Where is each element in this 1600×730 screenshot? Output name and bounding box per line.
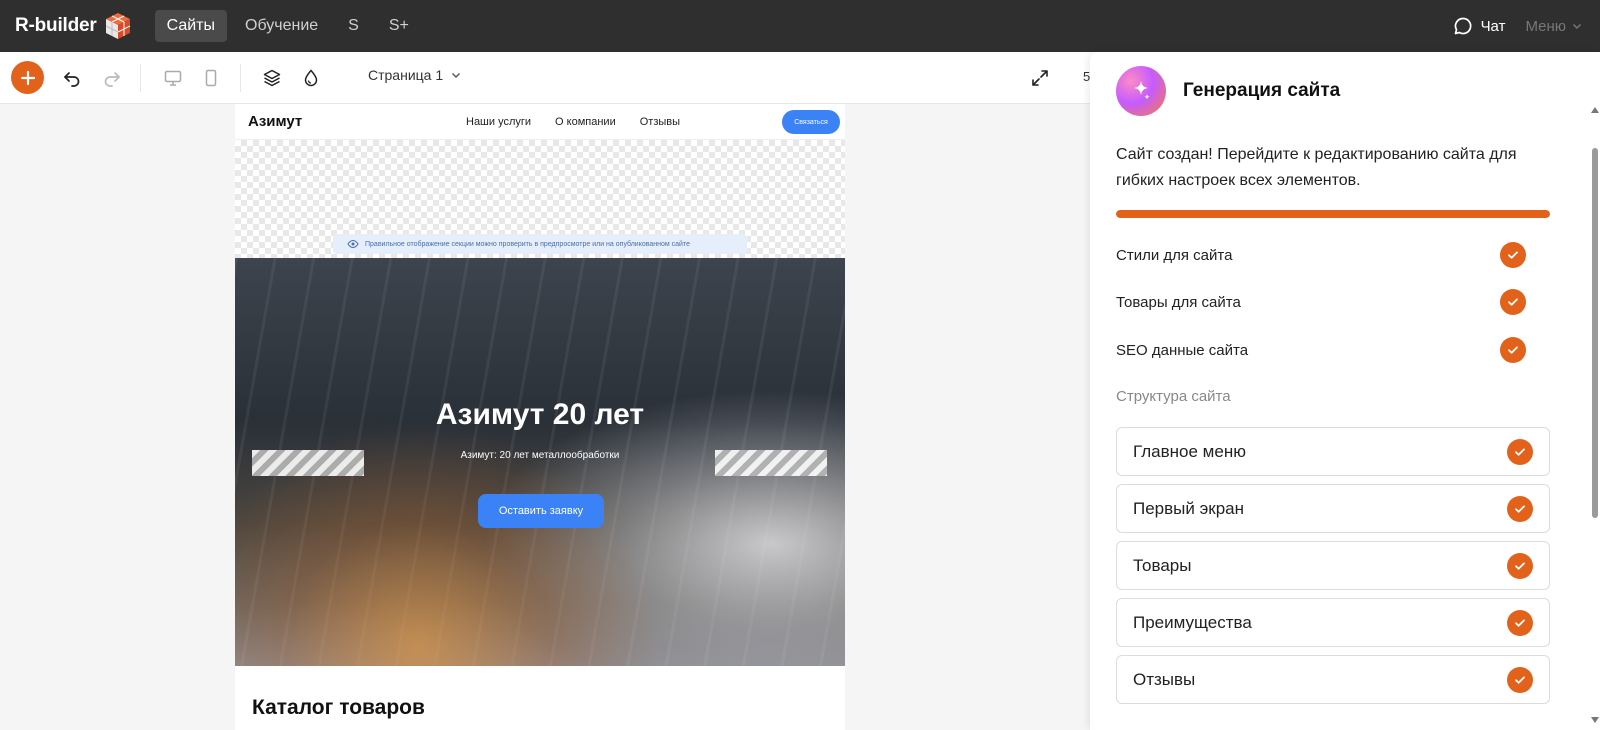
structure-item-products[interactable]: Товары <box>1116 541 1550 590</box>
site-nav-reviews[interactable]: Отзывы <box>640 116 680 128</box>
hero-title[interactable]: Азимут 20 лет <box>235 398 845 432</box>
panel-message: Сайт создан! Перейдите к редактированию … <box>1116 146 1517 189</box>
status-products: Товары для сайта <box>1116 289 1526 315</box>
structure-item-main-menu[interactable]: Главное меню <box>1116 427 1550 476</box>
chat-bubble-icon <box>1454 17 1472 35</box>
hero-subtitle[interactable]: Азимут: 20 лет металлообработки <box>235 450 845 461</box>
desktop-icon <box>164 70 182 86</box>
status-label: Товары для сайта <box>1116 293 1241 311</box>
status-seo: SEO данные сайта <box>1116 337 1526 363</box>
top-bar: R-builder Сайты Обучение S S+ Чат Меню <box>0 0 1600 52</box>
status-styles: Стили для сайта <box>1116 242 1526 268</box>
status-label: SEO данные сайта <box>1116 341 1249 359</box>
expand-icon <box>1032 70 1048 86</box>
add-block-button[interactable] <box>11 61 44 94</box>
panel-scrollbar[interactable] <box>1590 104 1600 730</box>
site-header[interactable]: Азимут Наши услуги О компании Отзывы Свя… <box>235 104 845 140</box>
site-preview[interactable]: Азимут Наши услуги О компании Отзывы Свя… <box>235 104 845 730</box>
eye-icon <box>347 239 359 249</box>
transparent-section-placeholder: Правильное отображение секции можно пров… <box>235 140 845 258</box>
desktop-view-button[interactable] <box>161 66 185 90</box>
structure-item-label: Главное меню <box>1133 441 1246 461</box>
panel-title: Генерация сайта <box>1183 80 1341 101</box>
nav-learning[interactable]: Обучение <box>233 10 330 42</box>
site-nav: Наши услуги О компании Отзывы <box>466 116 680 128</box>
redo-icon <box>104 72 120 87</box>
editor-canvas: Азимут Наши услуги О компании Отзывы Свя… <box>0 104 1090 730</box>
toolbar-divider <box>140 64 141 92</box>
structure-item-advantages[interactable]: Преимущества <box>1116 598 1550 647</box>
top-right-controls: Чат Меню <box>1453 0 1582 52</box>
menu-dropdown[interactable]: Меню <box>1525 18 1582 35</box>
layers-icon <box>263 69 281 87</box>
mobile-icon <box>205 69 217 87</box>
structure-item-reviews[interactable]: Отзывы <box>1116 655 1550 704</box>
undo-icon <box>64 72 80 87</box>
scroll-down-icon[interactable] <box>1590 716 1600 724</box>
check-icon <box>1500 242 1526 268</box>
page-selector-label: Страница 1 <box>368 67 444 83</box>
undo-button[interactable] <box>60 66 84 90</box>
page-selector[interactable]: Страница 1 <box>368 67 461 83</box>
preview-notice-text: Правильное отображение секции можно пров… <box>365 240 690 248</box>
scrollbar-thumb[interactable] <box>1592 148 1598 518</box>
site-nav-services[interactable]: Наши услуги <box>466 116 531 128</box>
chat-label: Чат <box>1480 17 1506 35</box>
check-icon <box>1500 289 1526 315</box>
redo-button[interactable] <box>100 66 124 90</box>
check-icon <box>1507 666 1533 693</box>
hero-section[interactable]: Азимут 20 лет Азимут: 20 лет металлообра… <box>235 258 845 666</box>
catalog-heading[interactable]: Каталог товаров <box>252 696 425 720</box>
layers-button[interactable] <box>260 66 284 90</box>
preview-notice: Правильное отображение секции можно пров… <box>333 234 747 254</box>
toolbar-divider <box>240 64 241 92</box>
check-icon <box>1507 552 1533 579</box>
nav-s[interactable]: S <box>336 10 371 42</box>
logo-cube-icon <box>105 13 130 39</box>
structure-item-label: Товары <box>1133 555 1192 575</box>
sparkle-icon <box>1134 81 1150 100</box>
check-icon <box>1500 337 1526 363</box>
status-label: Стили для сайта <box>1116 246 1233 264</box>
menu-label: Меню <box>1525 17 1566 35</box>
nav-sites[interactable]: Сайты <box>154 10 227 42</box>
nav-s-plus[interactable]: S+ <box>377 10 421 42</box>
check-icon <box>1507 609 1533 636</box>
app-logo-text: R-builder <box>15 15 97 36</box>
structure-heading: Структура сайта <box>1116 388 1231 405</box>
app-logo[interactable]: R-builder <box>15 11 133 41</box>
structure-item-label: Отзывы <box>1133 669 1196 689</box>
chevron-down-icon <box>452 73 461 78</box>
scroll-up-icon[interactable] <box>1590 106 1600 114</box>
check-icon <box>1507 495 1533 522</box>
chat-button[interactable]: Чат <box>1453 16 1506 36</box>
site-logo[interactable]: Азимут <box>248 113 302 130</box>
site-contact-button[interactable]: Связаться <box>782 110 840 134</box>
structure-item-label: Преимущества <box>1133 612 1252 632</box>
structure-item-first-screen[interactable]: Первый экран <box>1116 484 1550 533</box>
site-nav-about[interactable]: О компании <box>555 116 616 128</box>
generation-progress-bar <box>1116 210 1550 218</box>
hero-request-button[interactable]: Оставить заявку <box>478 494 604 528</box>
structure-item-label: Первый экран <box>1133 498 1245 518</box>
chevron-down-icon <box>1573 24 1581 29</box>
progress-fill <box>1116 210 1550 218</box>
site-generation-panel: Генерация сайта Сайт создан! Перейдите к… <box>1090 52 1600 730</box>
ai-sparkle-icon <box>1116 66 1166 116</box>
styles-button[interactable] <box>299 66 323 90</box>
plus-icon <box>20 70 35 85</box>
mobile-view-button[interactable] <box>199 66 223 90</box>
check-icon <box>1507 438 1533 465</box>
fullscreen-button[interactable] <box>1028 66 1052 90</box>
droplet-icon <box>304 69 318 87</box>
